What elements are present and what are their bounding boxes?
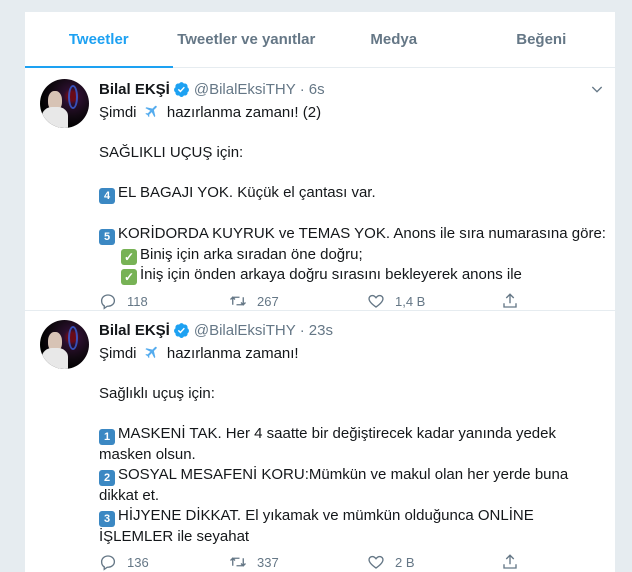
airplane-emoji-icon xyxy=(145,346,157,359)
tweet-text-line: SAĞLIKLI UÇUŞ için: xyxy=(99,144,244,161)
tweet-actions: 136 337 2 B xyxy=(99,552,529,572)
heart-icon xyxy=(368,555,384,569)
keycap-2-icon: 2 xyxy=(99,470,115,486)
tweet-text-line: masken olsun. xyxy=(99,446,196,463)
tweet-text-line: HİJYENE DİKKAT. El yıkamak ve mümkün old… xyxy=(118,507,534,524)
like-count: 2 B xyxy=(395,554,415,570)
share-button[interactable] xyxy=(501,553,529,571)
check-mark-icon: ✓ xyxy=(121,269,137,285)
separator-dot: · xyxy=(299,80,305,98)
tweet-header: Bilal EKŞİ @BilalEksiTHY · 23s xyxy=(99,320,333,340)
chevron-down-icon[interactable] xyxy=(589,81,605,97)
share-button[interactable] xyxy=(501,292,529,310)
avatar[interactable] xyxy=(40,79,89,128)
retweet-button[interactable]: 267 xyxy=(229,292,279,310)
tweet-text-line: İniş için önden arkaya doğru sırasını be… xyxy=(140,266,522,283)
tweet-text-line: Sağlıklı uçuş için: xyxy=(99,385,215,402)
author-name[interactable]: Bilal EKŞİ xyxy=(99,322,170,339)
keycap-5-icon: 5 xyxy=(99,229,115,245)
tweet-actions: 118 267 1,4 B xyxy=(99,291,529,311)
reply-icon xyxy=(100,555,116,571)
verified-badge-icon xyxy=(173,81,189,97)
verified-badge-icon xyxy=(173,322,189,338)
tweet-2[interactable]: Bilal EKŞİ @BilalEksiTHY · 23s Şimdi haz… xyxy=(25,312,615,572)
tab-tweets[interactable]: Tweetler xyxy=(25,12,173,68)
share-icon xyxy=(503,554,517,569)
tweet-text-line: hazırlanma zamanı! xyxy=(166,345,299,362)
tweet-text-line: İŞLEMLER ile seyahat xyxy=(99,528,250,545)
reply-button[interactable]: 118 xyxy=(99,292,148,310)
like-button[interactable]: 2 B xyxy=(367,553,415,571)
author-handle[interactable]: @BilalEksiTHY xyxy=(194,81,296,98)
tweet-text-line: Şimdi xyxy=(99,345,137,362)
share-icon xyxy=(503,293,517,308)
tweet-time[interactable]: 23s xyxy=(309,322,333,339)
tweet-text-line: KORİDORDA KUYRUK ve TEMAS YOK. Anons ile… xyxy=(118,225,606,242)
keycap-3-icon: 3 xyxy=(99,511,115,527)
tweet-text-line: EL BAGAJI YOK. Küçük el çantası var. xyxy=(118,184,376,201)
tweet-text: Şimdi hazırlanma zamanı! Sağlıklı uçuş i… xyxy=(99,344,568,547)
author-name[interactable]: Bilal EKŞİ xyxy=(99,81,170,98)
keycap-4-icon: 4 xyxy=(99,188,115,204)
tweet-1[interactable]: Bilal EKŞİ @BilalEksiTHY · 6s Şimdi hazı… xyxy=(25,69,615,311)
author-handle[interactable]: @BilalEksiTHY xyxy=(194,322,296,339)
tab-tweets-and-replies[interactable]: Tweetler ve yanıtlar xyxy=(173,12,321,67)
tweet-text-line: hazırlanma zamanı! (2) xyxy=(166,104,322,121)
keycap-1-icon: 1 xyxy=(99,429,115,445)
tweet-text-line: dikkat et. xyxy=(99,487,160,504)
profile-tabs: Tweetler Tweetler ve yanıtlar Medya Beğe… xyxy=(25,12,615,68)
reply-icon xyxy=(100,294,116,310)
retweet-count: 267 xyxy=(257,293,279,309)
reply-count: 136 xyxy=(127,554,149,570)
tweet-time[interactable]: 6s xyxy=(309,81,325,98)
tab-likes[interactable]: Beğeni xyxy=(468,12,616,67)
tweet-text-line: MASKENİ TAK. Her 4 saatte bir değiştirec… xyxy=(118,425,556,442)
separator-dot: · xyxy=(299,321,305,339)
check-mark-icon: ✓ xyxy=(121,249,137,265)
reply-count: 118 xyxy=(127,293,148,309)
like-button[interactable]: 1,4 B xyxy=(367,292,425,310)
reply-button[interactable]: 136 xyxy=(99,553,149,571)
profile-timeline: Tweetler Tweetler ve yanıtlar Medya Beğe… xyxy=(24,12,616,572)
tweet-text: Şimdi hazırlanma zamanı! (2) SAĞLIKLI UÇ… xyxy=(99,103,606,285)
heart-icon xyxy=(368,294,384,308)
tweet-text-line: Şimdi xyxy=(99,104,137,121)
retweet-button[interactable]: 337 xyxy=(229,553,279,571)
tweet-text-line: Biniş için arka sıradan öne doğru; xyxy=(140,246,363,263)
retweet-icon xyxy=(230,557,246,567)
avatar[interactable] xyxy=(40,320,89,369)
tweet-header: Bilal EKŞİ @BilalEksiTHY · 6s xyxy=(99,79,325,99)
tweet-text-line: SOSYAL MESAFENİ KORU:Mümkün ve makul ola… xyxy=(118,466,569,483)
like-count: 1,4 B xyxy=(395,293,426,309)
airplane-emoji-icon xyxy=(145,105,157,118)
retweet-count: 337 xyxy=(257,554,279,570)
retweet-icon xyxy=(230,296,246,306)
tab-media[interactable]: Medya xyxy=(320,12,468,67)
